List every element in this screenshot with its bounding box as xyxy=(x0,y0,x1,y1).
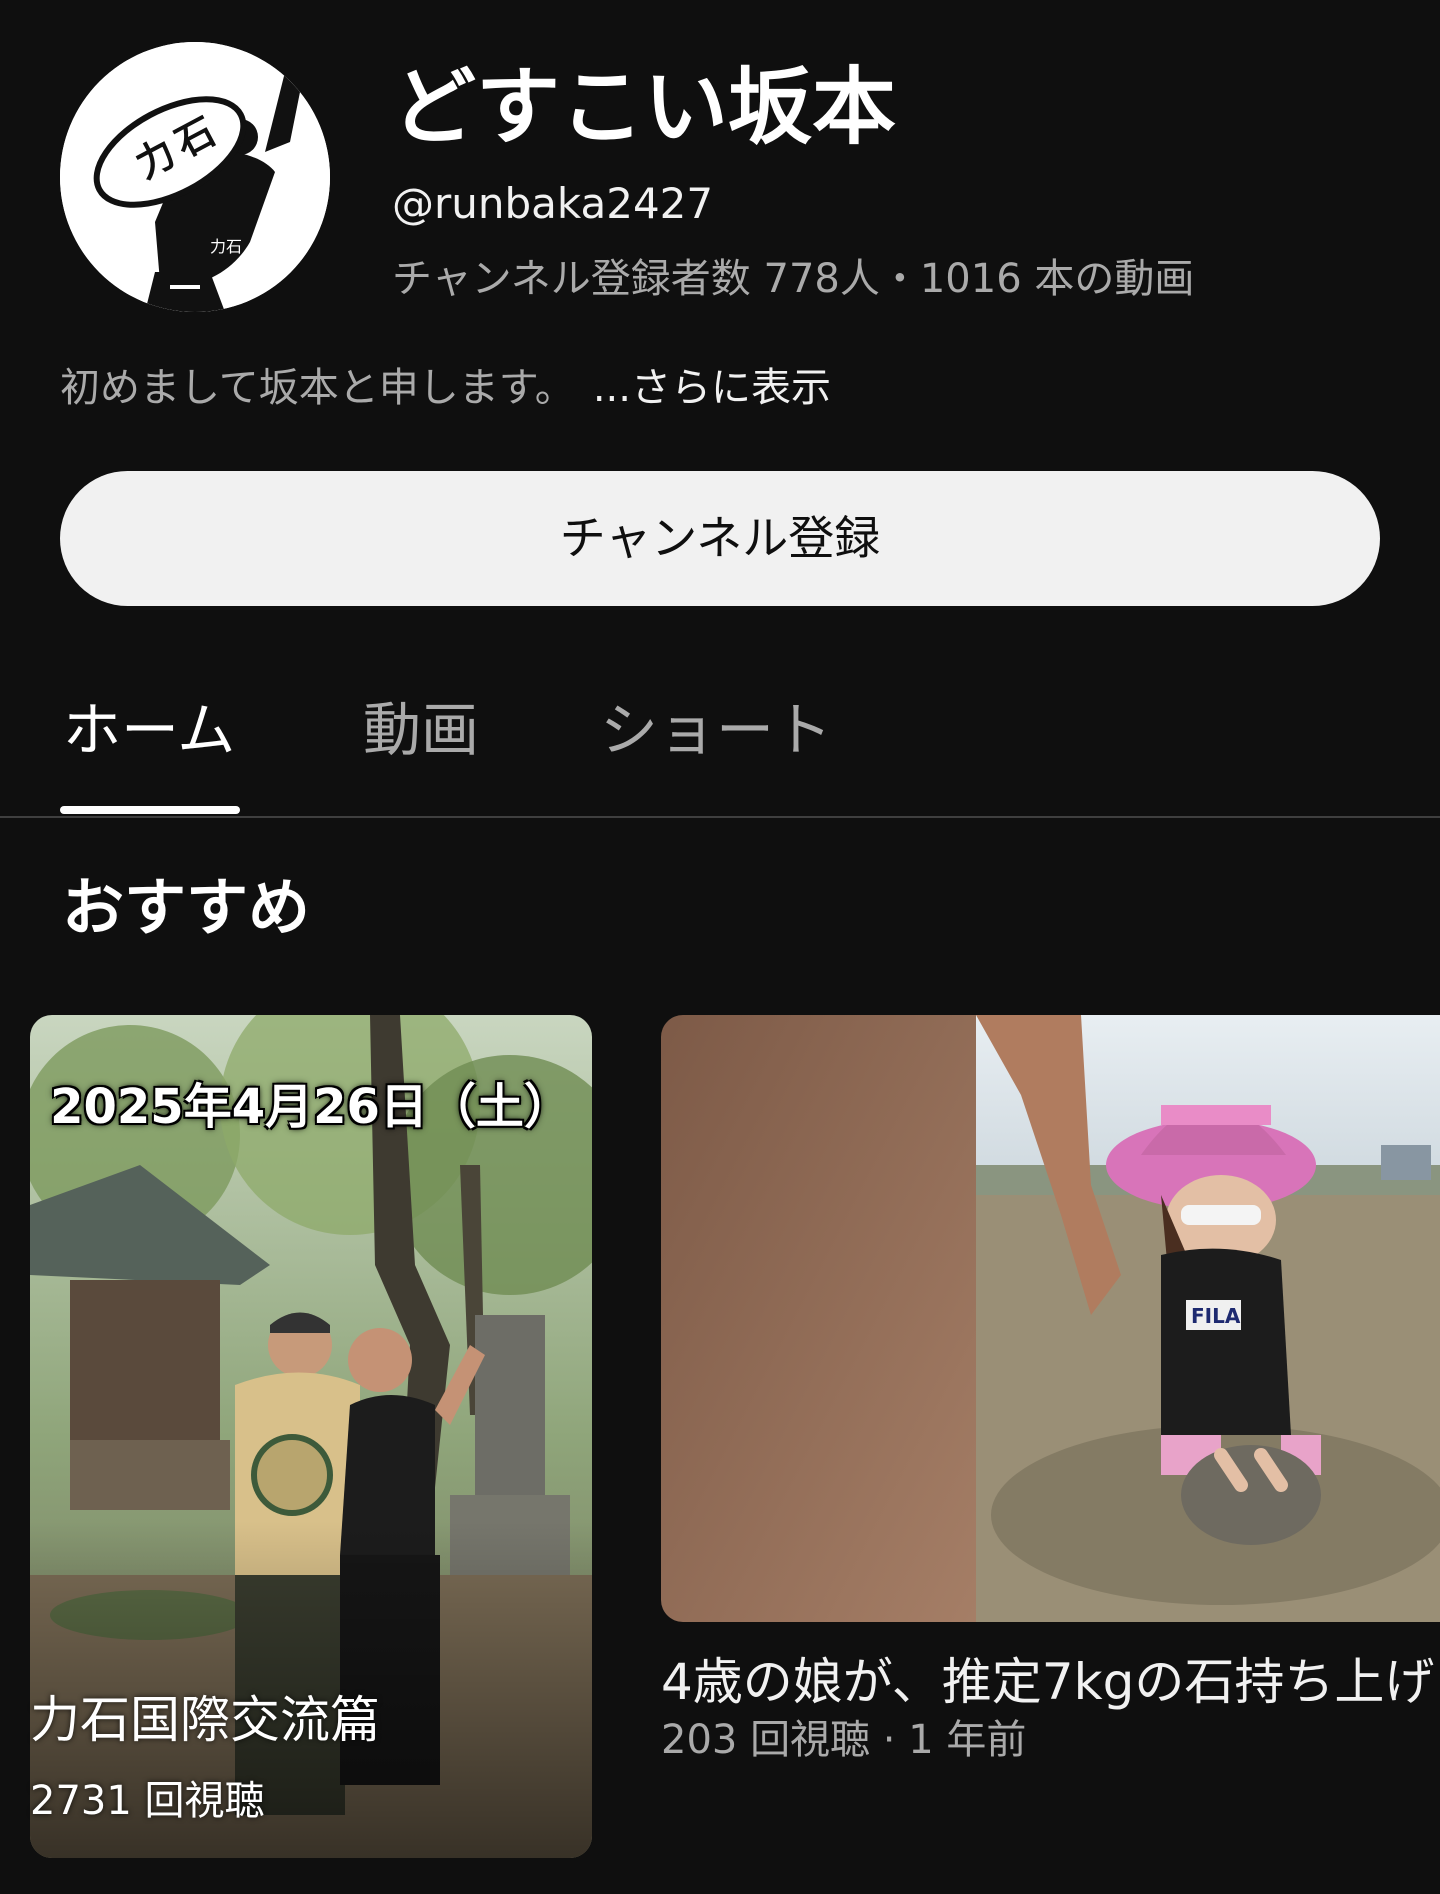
short-video-views: 2731 回視聴 xyxy=(30,1778,265,1824)
tab-home[interactable]: ホーム xyxy=(63,690,235,770)
channel-handle: @runbaka2427 xyxy=(392,179,714,228)
video-meta: 203 回視聴 · 1 年前 xyxy=(661,1717,1027,1763)
shirt-text: FILA xyxy=(1191,1304,1241,1328)
channel-avatar[interactable]: 力 石 力石 xyxy=(60,42,330,312)
avatar-text: 力石 xyxy=(210,237,242,256)
channel-description[interactable]: 初めまして坂本と申します。 ...さらに表示 xyxy=(60,362,831,414)
description-text: 初めまして坂本と申します。 xyxy=(60,365,575,411)
subscribe-button[interactable]: チャンネル登録 xyxy=(60,471,1380,606)
chikaraishi-logo-icon: 力 石 力石 xyxy=(60,42,330,312)
video-overlay-date: 2025年4月26日（土） xyxy=(50,1079,572,1135)
video-thumbnail-image: FILA xyxy=(661,1015,1440,1622)
channel-stats: チャンネル登録者数 778人・1016 本の動画 xyxy=(392,256,1195,302)
active-tab-indicator xyxy=(60,806,240,814)
tab-shorts[interactable]: ショート xyxy=(600,690,832,770)
video-title[interactable]: 4歳の娘が、推定7kgの石持ち上げに xyxy=(661,1650,1440,1714)
short-video-title[interactable]: 力石国際交流篇 xyxy=(30,1688,380,1752)
video-thumbnail-girl-stone[interactable]: FILA xyxy=(661,1015,1440,1622)
tab-videos[interactable]: 動画 xyxy=(363,690,479,770)
channel-name: どすこい坂本 xyxy=(392,58,897,156)
channel-tabs: ホーム 動画 ショート xyxy=(0,660,1440,818)
show-more-link[interactable]: ...さらに表示 xyxy=(593,365,831,411)
section-title-recommended: おすすめ xyxy=(62,871,311,944)
